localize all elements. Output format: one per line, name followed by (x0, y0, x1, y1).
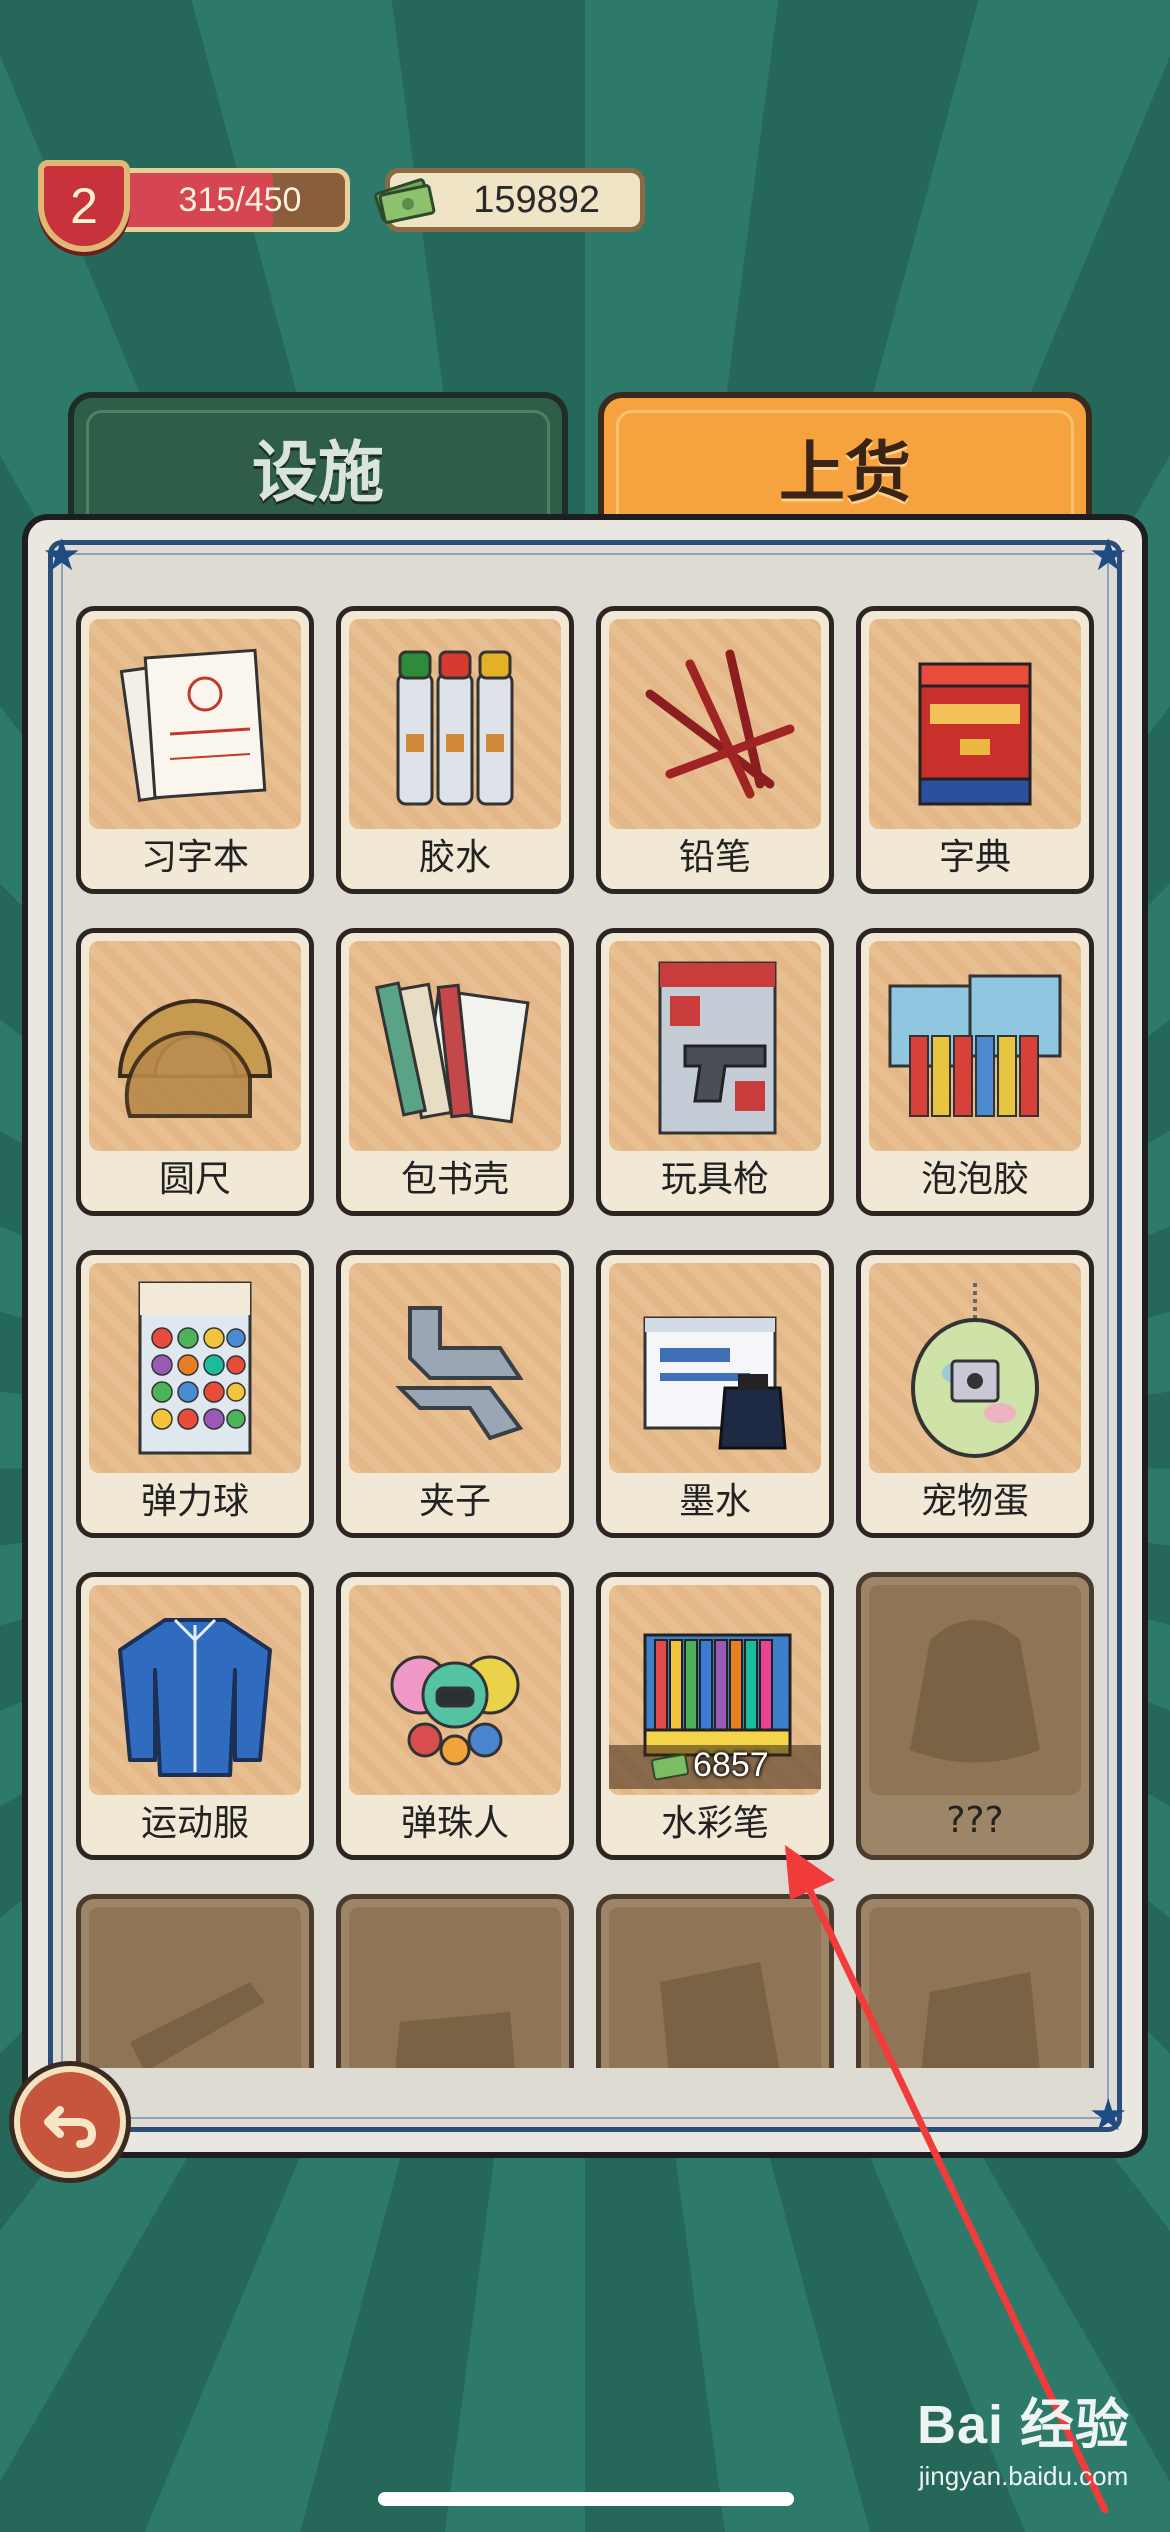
item-card-toy-gun[interactable]: 玩具枪 (596, 928, 834, 1216)
item-label: 字典 (938, 837, 1011, 878)
item-label: 墨水 (678, 1481, 751, 1522)
tab-stock-label: 上货 (779, 433, 911, 511)
item-label: 弹珠人 (400, 1803, 509, 1844)
item-label: 铅笔 (678, 837, 751, 878)
item-label: 包书壳 (400, 1159, 509, 1200)
unknown-item-icon (130, 1982, 265, 2068)
item-card-tamagotchi[interactable]: 宠物蛋 (856, 1250, 1094, 1538)
item-label: 宠物蛋 (920, 1481, 1029, 1522)
back-arrow-icon (44, 2106, 97, 2148)
item-label: 夹子 (418, 1481, 491, 1522)
star-icon: ★ (42, 530, 82, 581)
item-card-ink[interactable]: 墨水 (596, 1250, 834, 1538)
item-label: 运动服 (140, 1803, 249, 1844)
item-card-clip[interactable]: 夹子 (336, 1250, 574, 1538)
home-indicator[interactable] (378, 2492, 794, 2506)
xp-progress-bar: 315/450 (100, 168, 350, 232)
item-card-glue[interactable]: 胶水 (336, 606, 574, 894)
item-label: 泡泡胶 (920, 1159, 1029, 1200)
item-grid: 习字本 胶水 铅笔 字典 圆尺 包书壳 玩具枪 泡泡胶 弹力球 夹子 墨水 宠物… (76, 606, 1094, 2068)
item-label: ??? (946, 1799, 1004, 1841)
tracksuit-icon (118, 1618, 272, 1777)
item-label: 圆尺 (158, 1159, 231, 1200)
tamagotchi-icon (911, 1283, 1039, 1458)
ink-icon (643, 1316, 787, 1450)
level-badge: 2 (38, 160, 130, 252)
item-card-pencil[interactable]: 铅笔 (596, 606, 834, 894)
item-card-locked[interactable] (76, 1894, 314, 2068)
cash-icon (651, 1753, 690, 1781)
book-cover-icon (374, 981, 530, 1124)
clip-icon (395, 1306, 524, 1441)
item-label: 弹力球 (140, 1481, 249, 1522)
unknown-item-icon (395, 2012, 515, 2068)
item-price: 6857 (693, 1746, 769, 1784)
dictionary-icon (918, 662, 1032, 806)
item-card-bouncy-ball[interactable]: 弹力球 (76, 1250, 314, 1538)
unknown-item-icon (921, 1972, 1040, 2068)
glue-icon (396, 650, 514, 806)
item-card-tracksuit[interactable]: 运动服 (76, 1572, 314, 1860)
bouncy-ball-icon (138, 1281, 252, 1455)
back-button[interactable] (14, 2066, 126, 2178)
item-card-locked[interactable] (596, 1894, 834, 2068)
unknown-item-icon (910, 1620, 1040, 1763)
xp-text: 315/450 (178, 180, 302, 219)
tab-facility-label: 设施 (252, 433, 384, 511)
item-label: 胶水 (418, 837, 491, 878)
item-card-protractor[interactable]: 圆尺 (76, 928, 314, 1216)
toy-gun-icon (658, 961, 777, 1135)
star-icon: ★ (1088, 530, 1128, 581)
item-card-bomberman-toy[interactable]: 弹珠人 (336, 1572, 574, 1860)
copybook-icon (119, 648, 267, 803)
baidu-jingyan-watermark: Bai 经验 jingyan.baidu.com (917, 2380, 1130, 2492)
item-card-copybook[interactable]: 习字本 (76, 606, 314, 894)
star-icon: ★ (1088, 2090, 1128, 2141)
item-card-locked[interactable] (336, 1894, 574, 2068)
unknown-item-icon (660, 1962, 780, 2068)
item-label: 玩具枪 (660, 1159, 769, 1200)
item-label: 水彩笔 (660, 1803, 769, 1844)
item-card-dictionary[interactable]: 字典 (856, 606, 1094, 894)
protractor-icon (117, 999, 273, 1118)
item-label: 习字本 (140, 837, 249, 878)
item-card-markers[interactable]: 6857 水彩笔 (596, 1572, 834, 1860)
item-card-bubble-gum[interactable]: 泡泡胶 (856, 928, 1094, 1216)
watermark-logo: Bai 经验 (916, 2395, 1130, 2455)
item-card-locked[interactable] (856, 1894, 1094, 2068)
bubble-gum-icon (888, 974, 1062, 1117)
cash-stack-icon (374, 178, 436, 224)
pencil-icon (645, 649, 795, 799)
watermark-url: jingyan.baidu.com (918, 2461, 1129, 2491)
bomberman-toy-icon (390, 1655, 520, 1766)
item-card-locked[interactable]: ??? (856, 1572, 1094, 1860)
item-card-book-cover[interactable]: 包书壳 (336, 928, 574, 1216)
